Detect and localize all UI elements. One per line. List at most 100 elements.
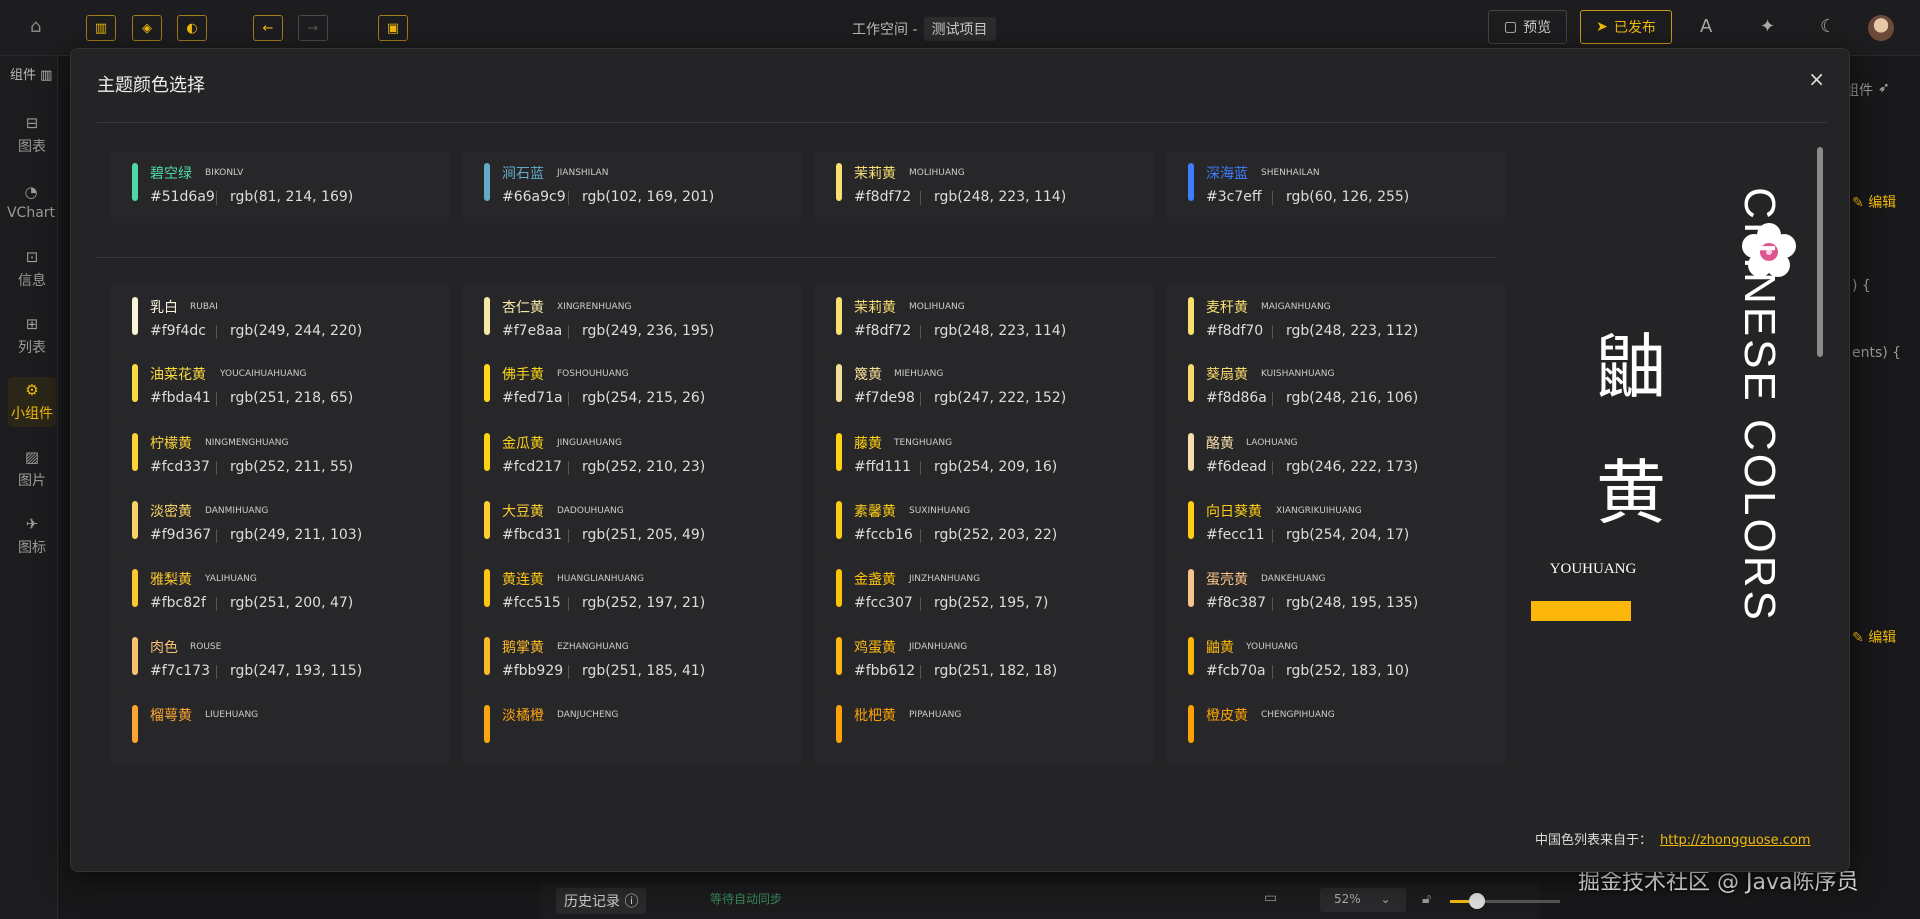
divider: [920, 191, 921, 205]
color-card[interactable]: 鸡蛋黄 JIDANHUANG #fbb612 rgb(251, 182, 18): [814, 625, 1154, 697]
history-button[interactable]: 历史记录 ⓘ: [556, 888, 647, 914]
autosave-status: 等待自动同步: [710, 892, 783, 906]
color-card[interactable]: 榴萼黄 LIUEHUANG: [110, 693, 450, 765]
sidebar-item-label: 图表: [18, 139, 46, 155]
color-card[interactable]: 深海蓝 SHENHAILAN #3c7eff rgb(60, 126, 255): [1166, 151, 1506, 223]
sidebar-item-table[interactable]: ⊞ 列表: [8, 311, 56, 361]
color-name: 素馨黄: [854, 504, 896, 520]
zoom-value: 52%: [1334, 892, 1361, 906]
color-pinyin: YALIHUANG: [205, 574, 257, 584]
config-icon[interactable]: ◐: [177, 15, 207, 41]
color-swatch: [484, 705, 490, 743]
color-card[interactable]: 金瓜黄 JINGUAHUANG #fcd217 rgb(252, 210, 23): [462, 421, 802, 493]
preview-button[interactable]: ▢ 预览: [1488, 10, 1567, 44]
color-pinyin: PIPAHUANG: [909, 710, 962, 720]
feature-char: 黄: [1596, 452, 1666, 534]
close-icon[interactable]: ×: [1808, 67, 1825, 91]
sidebar-item-info[interactable]: ⊡ 信息: [8, 244, 56, 294]
color-pinyin: HUANGLIANHUANG: [557, 574, 644, 584]
color-card[interactable]: 素馨黄 SUXINHUANG #fccb16 rgb(252, 203, 22): [814, 489, 1154, 561]
history-label: 历史记录: [564, 894, 620, 910]
lock-icon[interactable]: 🔓︎: [1422, 891, 1431, 907]
color-card[interactable]: 淡密黄 DANMIHUANG #f9d367 rgb(249, 211, 103): [110, 489, 450, 561]
divider: [920, 665, 921, 679]
color-card[interactable]: 涧石蓝 JIANSHILAN #66a9c9 rgb(102, 169, 201): [462, 151, 802, 223]
magic-wand-icon[interactable]: ✦: [1760, 16, 1775, 37]
color-rgb: rgb(251, 185, 41): [582, 663, 706, 679]
color-card[interactable]: 油菜花黄 YOUCAIHUAHUANG #fbda41 rgb(251, 218, 6…: [110, 352, 450, 424]
color-card[interactable]: 碧空绿 BIKONLV #51d6a9 rgb(81, 214, 169): [110, 151, 450, 223]
color-card[interactable]: 杏仁黄 XINGRENHUANG #f7e8aa rgb(249, 236, 195): [462, 285, 802, 357]
color-name: 金瓜黄: [502, 436, 544, 452]
color-card[interactable]: 黄连黄 HUANGLIANHUANG #fcc515 rgb(252, 197, 21…: [462, 557, 802, 629]
source-link[interactable]: http://zhongguose.com: [1660, 833, 1810, 848]
color-rgb: rgb(60, 126, 255): [1286, 189, 1410, 205]
color-rgb: rgb(252, 195, 7): [934, 595, 1049, 611]
scrollbar[interactable]: [1817, 147, 1823, 357]
color-rgb: rgb(249, 211, 103): [230, 527, 363, 543]
color-card[interactable]: 大豆黄 DADOUHUANG #fbcd31 rgb(251, 205, 49): [462, 489, 802, 561]
color-card[interactable]: 乳白 RUBAI #f9f4dc rgb(249, 244, 220): [110, 285, 450, 357]
color-swatch: [836, 705, 842, 743]
divider: [216, 461, 217, 475]
color-pinyin: CHENGPIHUANG: [1261, 710, 1335, 720]
zoom-slider-handle[interactable]: [1469, 893, 1485, 909]
undo-icon[interactable]: ←: [253, 15, 283, 41]
color-card[interactable]: 柠檬黄 NINGMENGHUANG #fcd337 rgb(252, 211, 55): [110, 421, 450, 493]
table-icon: ⊞: [25, 315, 39, 333]
sidebar-item-icon[interactable]: ✈ 图标: [8, 511, 56, 561]
color-rgb: rgb(248, 223, 114): [934, 189, 1067, 205]
chevron-down-icon: ⌄: [1380, 892, 1391, 906]
sidebar-item-chart[interactable]: ⊟ 图表: [8, 110, 56, 160]
color-card[interactable]: 向日葵黄 XIANGRIKUIHUANG #fecc11 rgb(254, 204, …: [1166, 489, 1506, 561]
color-card[interactable]: 蛋壳黄 DANKEHUANG #f8c387 rgb(248, 195, 135): [1166, 557, 1506, 629]
color-card[interactable]: 鼬黄 YOUHUANG #fcb70a rgb(252, 183, 10): [1166, 625, 1506, 697]
translate-icon[interactable]: A: [1700, 16, 1712, 37]
color-card[interactable]: 金盏黄 JINZHANHUANG #fcc307 rgb(252, 195, 7): [814, 557, 1154, 629]
color-card[interactable]: 藤黄 TENGHUANG #ffd111 rgb(254, 209, 16): [814, 421, 1154, 493]
sidebar-item-label: 列表: [18, 340, 46, 356]
plane-icon: ✈: [25, 515, 39, 533]
redo-icon[interactable]: →: [298, 15, 328, 41]
edit-button[interactable]: ✎ 编辑: [1852, 192, 1896, 212]
divider: [920, 461, 921, 475]
color-hex: #fcc515: [502, 595, 561, 611]
color-rgb: rgb(254, 209, 16): [934, 459, 1058, 475]
color-hex: #fbda41: [150, 390, 211, 406]
color-card[interactable]: 肉色 ROUSE #f7c173 rgb(247, 193, 115): [110, 625, 450, 697]
color-card[interactable]: 佛手黄 FOSHOUHUANG #fed71a rgb(254, 215, 26): [462, 352, 802, 424]
color-card[interactable]: 篾黄 MIEHUANG #f7de98 rgb(247, 222, 152): [814, 352, 1154, 424]
color-card[interactable]: 麦秆黄 MAIGANHUANG #f8df70 rgb(248, 223, 112): [1166, 285, 1506, 357]
avatar[interactable]: [1868, 15, 1894, 41]
layers-icon[interactable]: ◈: [132, 15, 162, 41]
sidebar-item-image[interactable]: ▨ 图片: [8, 444, 56, 494]
color-rgb: rgb(252, 183, 10): [1286, 663, 1410, 679]
chart-layer-icon[interactable]: ▥: [86, 15, 116, 41]
publish-button[interactable]: ➤ 已发布: [1580, 10, 1672, 44]
color-hex: #f7c173: [150, 663, 210, 679]
color-card[interactable]: 茉莉黄 MOLIHUANG #f8df72 rgb(248, 223, 114): [814, 285, 1154, 357]
color-card[interactable]: 葵扇黄 KUISHANHUANG #f8d86a rgb(248, 216, 106): [1166, 352, 1506, 424]
modal-title: 主题颜色选择: [97, 75, 205, 96]
sidebar-item-vchart[interactable]: ◔ VChart: [4, 177, 58, 227]
color-name: 麦秆黄: [1206, 300, 1248, 316]
sidebar-item-widget[interactable]: ⚙ 小组件: [8, 377, 56, 427]
sidebar-item-label: 图片: [18, 473, 46, 489]
project-name[interactable]: 测试项目: [923, 17, 996, 41]
color-card[interactable]: 酪黄 LAOHUANG #f6dead rgb(246, 222, 173): [1166, 421, 1506, 493]
color-card[interactable]: 茉莉黄 MOLIHUANG #f8df72 rgb(248, 223, 114): [814, 151, 1154, 223]
zoom-select[interactable]: 52% ⌄: [1320, 888, 1406, 912]
color-card[interactable]: 鹅掌黄 EZHANGHUANG #fbb929 rgb(251, 185, 41): [462, 625, 802, 697]
edit-button[interactable]: ✎ 编辑: [1852, 627, 1896, 647]
color-card[interactable]: 枇杷黄 PIPAHUANG: [814, 693, 1154, 765]
moon-icon[interactable]: ☾: [1820, 16, 1836, 37]
color-card[interactable]: 雅梨黄 YALIHUANG #fbc82f rgb(251, 200, 47): [110, 557, 450, 629]
color-card[interactable]: 淡橘橙 DANJUCHENG: [462, 693, 802, 765]
color-hex: #f7e8aa: [502, 323, 563, 339]
color-card[interactable]: 橙皮黄 CHENGPIHUANG: [1166, 693, 1506, 765]
save-icon[interactable]: ▣: [378, 15, 408, 41]
home-icon[interactable]: ⌂: [30, 16, 41, 37]
minimap-icon[interactable]: ▭: [1264, 890, 1277, 906]
color-hex: #fed71a: [502, 390, 563, 406]
color-pinyin: SUXINHUANG: [909, 506, 971, 516]
